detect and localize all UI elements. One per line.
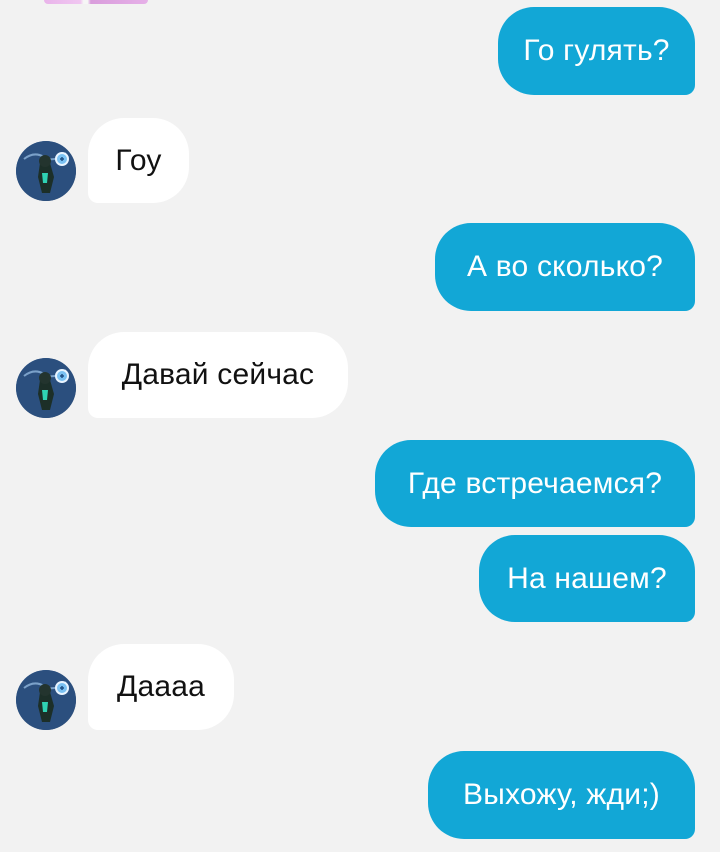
message-text: На нашем? bbox=[507, 561, 667, 595]
message-outgoing[interactable]: Выхожу, жди;) bbox=[428, 751, 695, 839]
chat-thread: Го гулять? Гоу А во сколько? Давай сейча… bbox=[0, 0, 720, 852]
message-incoming[interactable]: Гоу bbox=[88, 118, 189, 203]
message-text: Давай сейчас bbox=[121, 358, 315, 391]
previous-message-partial bbox=[44, 0, 148, 4]
message-outgoing[interactable]: А во сколько? bbox=[435, 223, 695, 311]
message-text: Го гулять? bbox=[523, 34, 670, 67]
message-outgoing[interactable]: Где встречаемся? bbox=[375, 440, 695, 527]
message-outgoing[interactable]: Го гулять? bbox=[498, 7, 695, 95]
avatar-icon[interactable] bbox=[16, 141, 76, 201]
message-incoming[interactable]: Давай сейчас bbox=[88, 332, 348, 418]
avatar-icon[interactable] bbox=[16, 670, 76, 730]
message-text: А во сколько? bbox=[466, 250, 664, 283]
message-incoming[interactable]: Даааа bbox=[88, 644, 234, 730]
message-text: Где встречаемся? bbox=[407, 466, 663, 500]
message-text: Выхожу, жди;) bbox=[463, 778, 660, 811]
message-outgoing[interactable]: На нашем? bbox=[479, 535, 695, 622]
avatar-icon[interactable] bbox=[16, 358, 76, 418]
message-text: Гоу bbox=[115, 143, 162, 177]
message-text: Даааа bbox=[116, 670, 206, 703]
